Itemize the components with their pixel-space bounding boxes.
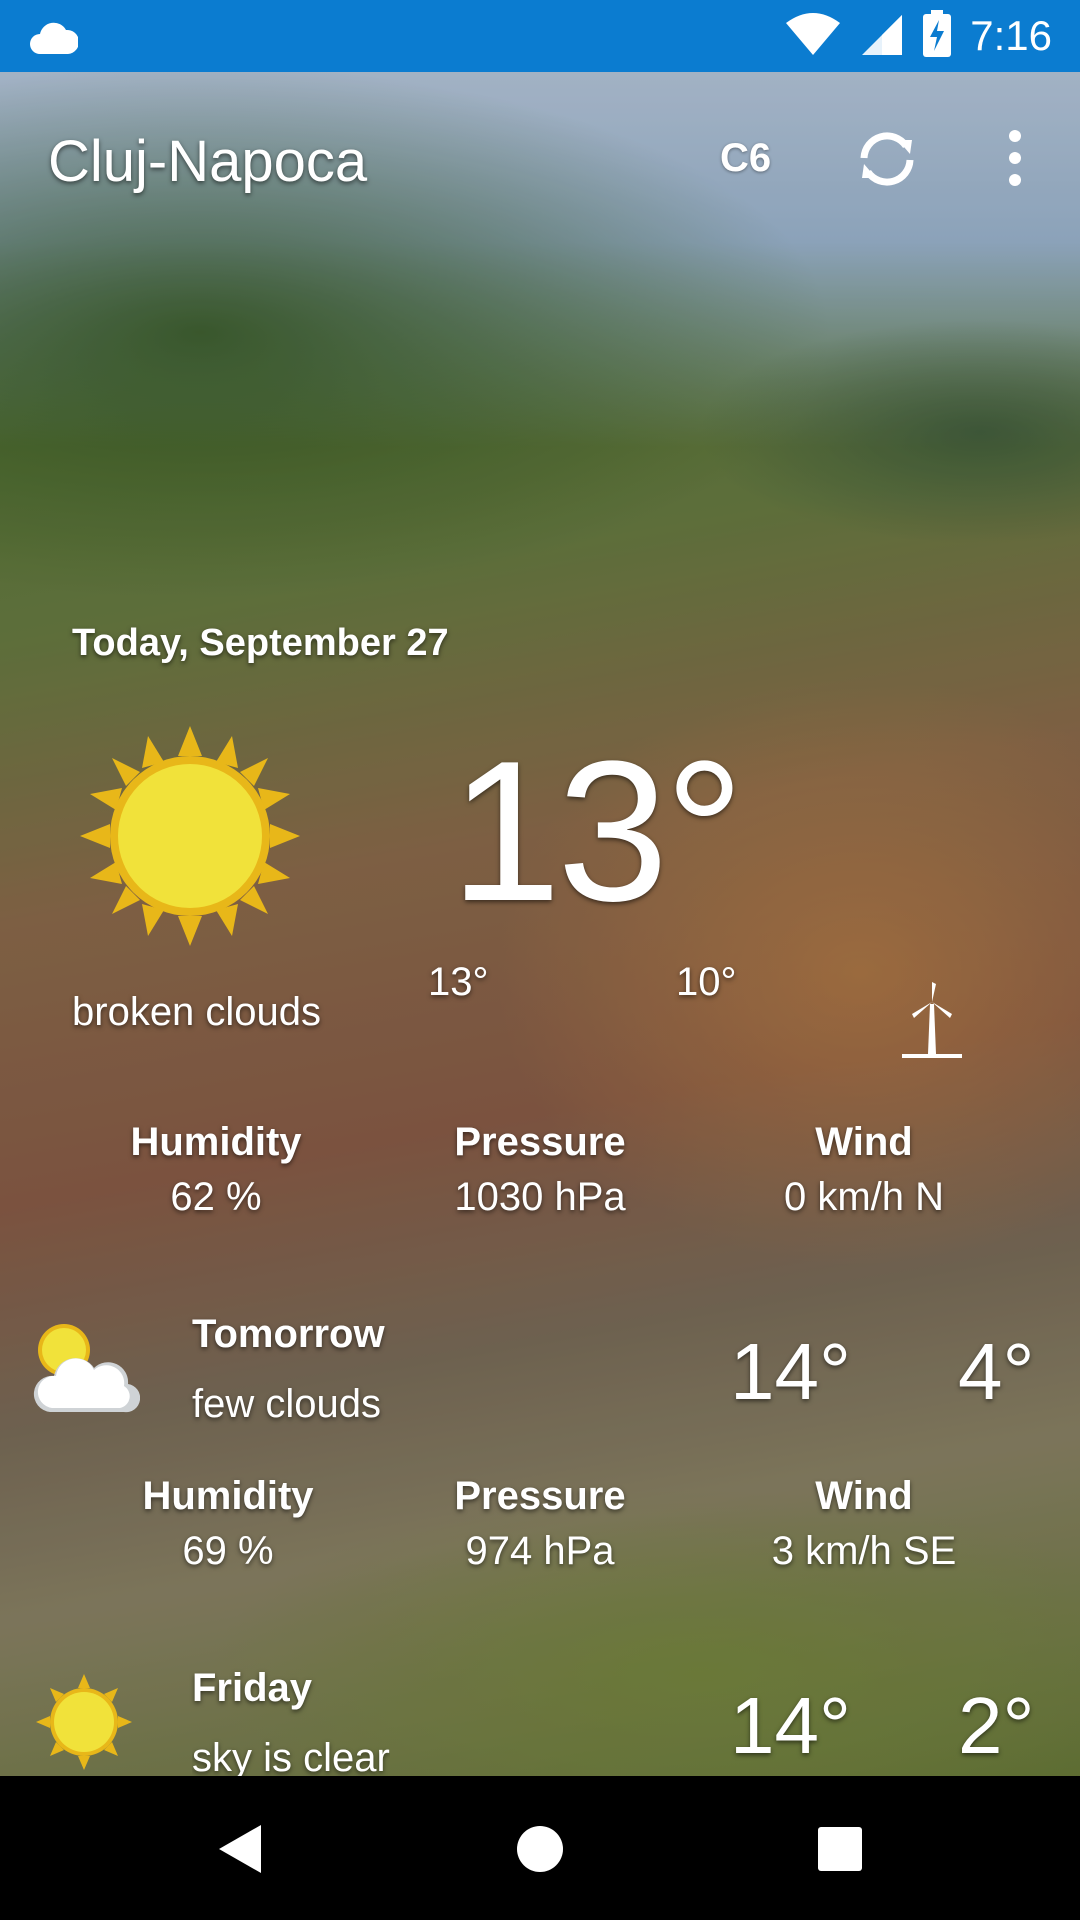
current-temperature: 13° — [450, 720, 744, 943]
today-pressure: Pressure 1030 hPa — [400, 1120, 680, 1220]
tomorrow-humidity: Humidity 69 % — [88, 1474, 368, 1574]
signal-icon — [860, 11, 904, 62]
sun-icon — [80, 726, 300, 951]
cloud-icon — [28, 14, 80, 63]
metric-label: Humidity — [130, 1120, 302, 1164]
recents-icon[interactable] — [805, 1814, 875, 1884]
forecast-description: sky is clear — [192, 1736, 390, 1776]
navigation-bar — [0, 1776, 1080, 1920]
metric-label: Wind — [815, 1474, 913, 1518]
unit-toggle-button[interactable]: C6 — [720, 136, 771, 181]
forecast-description: few clouds — [192, 1382, 381, 1426]
metric-value: 974 hPa — [465, 1529, 615, 1573]
wifi-icon — [784, 11, 842, 62]
metric-label: Pressure — [454, 1474, 626, 1518]
forecast-day-name: Friday — [192, 1666, 313, 1710]
forecast-day-name: Tomorrow — [192, 1312, 385, 1356]
forecast-low: 2° — [958, 1681, 1035, 1770]
windmill-icon — [898, 980, 966, 1065]
metric-label: Humidity — [142, 1474, 314, 1518]
battery-charging-icon — [922, 9, 952, 63]
today-description: broken clouds — [72, 990, 322, 1034]
back-icon[interactable] — [205, 1814, 275, 1884]
today-wind: Wind 0 km/h N — [724, 1120, 1004, 1220]
city-title[interactable]: Cluj-Napoca — [48, 128, 367, 195]
metric-value: 0 km/h N — [783, 1175, 945, 1219]
sun-icon — [36, 1674, 132, 1775]
metric-label: Wind — [815, 1120, 913, 1164]
metric-value: 3 km/h SE — [771, 1529, 957, 1573]
metric-value: 1030 hPa — [454, 1175, 626, 1219]
forecast-low: 4° — [958, 1327, 1035, 1416]
today-low: 10° — [676, 960, 737, 1004]
more-vert-icon[interactable] — [1000, 128, 1030, 188]
forecast-high: 14° — [730, 1327, 851, 1416]
today-humidity: Humidity 62 % — [76, 1120, 356, 1220]
status-bar: 7:16 — [0, 0, 1080, 72]
home-icon[interactable] — [505, 1814, 575, 1884]
tomorrow-wind: Wind 3 km/h SE — [724, 1474, 1004, 1574]
status-time: 7:16 — [970, 12, 1052, 59]
refresh-icon[interactable] — [852, 124, 922, 194]
metric-value: 62 % — [170, 1175, 262, 1219]
forecast-high: 14° — [730, 1681, 851, 1770]
today-date: Today, September 27 — [72, 622, 449, 664]
today-high: 13° — [428, 960, 489, 1004]
sun-cloud-icon — [30, 1320, 141, 1425]
tomorrow-pressure: Pressure 974 hPa — [400, 1474, 680, 1574]
metric-label: Pressure — [454, 1120, 626, 1164]
metric-value: 69 % — [182, 1529, 274, 1573]
